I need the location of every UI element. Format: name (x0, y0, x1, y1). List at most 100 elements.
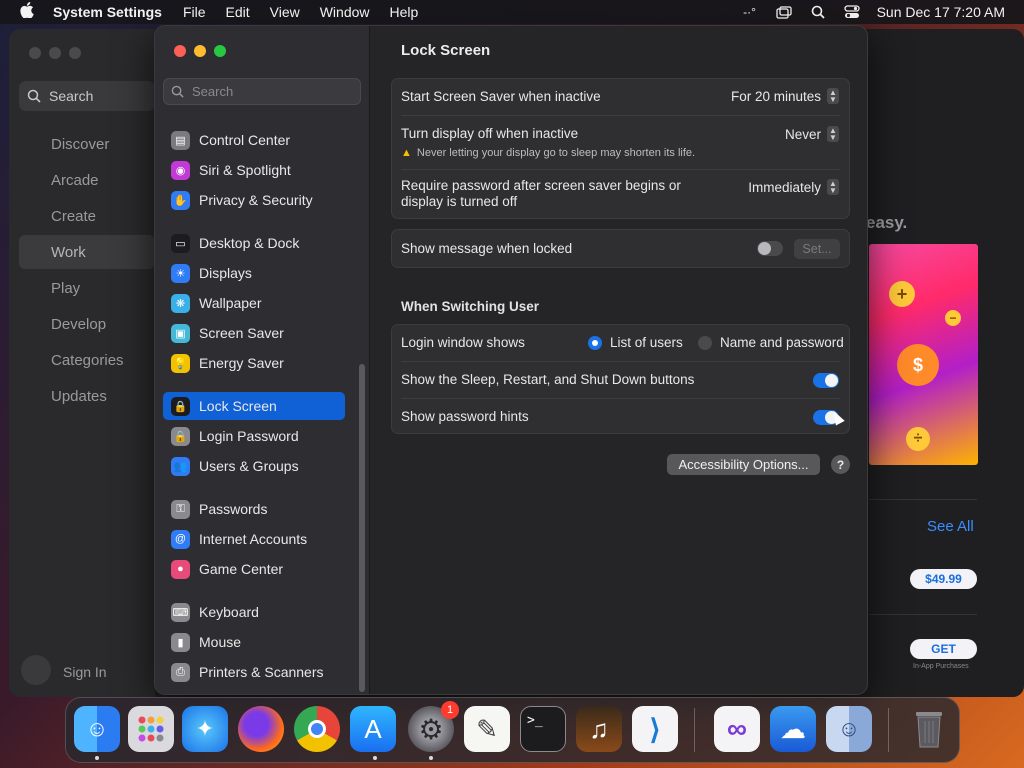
app-name-menu[interactable]: System Settings (53, 4, 162, 20)
dock-finder-alt[interactable]: ☺ (826, 706, 872, 752)
energy-icon: 💡 (171, 353, 190, 373)
show-message-toggle[interactable] (757, 241, 783, 256)
menu-help[interactable]: Help (390, 4, 419, 20)
show-buttons-toggle[interactable] (813, 373, 839, 388)
running-indicator (95, 756, 99, 760)
nav-discover[interactable]: Discover (51, 136, 109, 153)
sidebar-item-keyboard[interactable]: ⌨ Keyboard (163, 598, 345, 626)
see-all-link[interactable]: See All (927, 518, 974, 535)
nav-work[interactable]: Work (51, 244, 86, 261)
search-icon (171, 85, 184, 98)
dock-terminal[interactable]: >_ (520, 706, 566, 752)
avatar[interactable] (21, 655, 51, 685)
notification-badge: 1 (441, 701, 459, 719)
accessibility-options-button[interactable]: Accessibility Options... (667, 454, 820, 475)
menu-window[interactable]: Window (320, 4, 370, 20)
minimize-button[interactable] (194, 45, 206, 57)
sidebar-item-label: Internet Accounts (199, 531, 308, 547)
sidebar-item-login-password[interactable]: 🔒 Login Password (163, 422, 345, 450)
nav-play[interactable]: Play (51, 280, 80, 297)
sidebar-item-privacy-security[interactable]: ✋ Privacy & Security (163, 186, 345, 214)
zoom-dot-inactive[interactable] (69, 47, 81, 59)
menubar-clock[interactable]: Sun Dec 17 7:20 AM (877, 4, 1005, 20)
menu-file[interactable]: File (183, 4, 206, 20)
sidebar-item-passwords[interactable]: ⚿ Passwords (163, 495, 345, 523)
dock-firefox[interactable] (238, 706, 284, 752)
radio-name-and-password[interactable]: Name and password (698, 335, 844, 350)
screen-mirroring-icon[interactable] (767, 5, 801, 19)
set-message-button[interactable]: Set... (794, 239, 840, 259)
require-password-line1: Require password after screen saver begi… (401, 178, 681, 193)
sidebar-scrollbar[interactable] (359, 364, 365, 692)
promo-artwork[interactable]: + − $ ÷ (869, 244, 978, 465)
nav-arcade[interactable]: Arcade (51, 172, 99, 189)
menu-edit[interactable]: Edit (226, 4, 250, 20)
price-button[interactable]: $49.99 (910, 569, 977, 589)
dock-chrome[interactable] (294, 706, 340, 752)
radio-circle (698, 335, 712, 350)
search-icon (27, 89, 41, 103)
nav-categories[interactable]: Categories (51, 352, 124, 369)
sidebar-item-internet-accounts[interactable]: @ Internet Accounts (163, 525, 345, 553)
dock-finder[interactable]: ☺ (74, 706, 120, 752)
display-off-popup[interactable]: Never ▲ ▼ (785, 126, 839, 142)
dash-status-icon[interactable]: -·° (733, 5, 767, 19)
trash-icon (916, 712, 942, 748)
sidebar-item-label: Desktop & Dock (199, 235, 300, 251)
screen-saver-popup[interactable]: For 20 minutes ▲ ▼ (731, 88, 839, 104)
sidebar-item-desktop-dock[interactable]: ▭ Desktop & Dock (163, 229, 345, 257)
close-button[interactable] (174, 45, 186, 57)
menu-view[interactable]: View (270, 4, 300, 20)
display-off-row: Turn display off when inactive Never ▲ ▼ … (392, 116, 849, 168)
show-message-label: Show message when locked (401, 241, 573, 256)
search-field[interactable]: Search (163, 78, 361, 105)
sidebar-item-screen-saver[interactable]: ▣ Screen Saver (163, 319, 345, 347)
screen-saver-icon: ▣ (171, 323, 190, 343)
require-password-popup[interactable]: Immediately ▲ ▼ (748, 179, 839, 195)
require-password-row: Require password after screen saver begi… (392, 170, 849, 220)
system-settings-window: Search ▤ Control Center ◉ Siri & Spotlight ✋… (154, 25, 868, 695)
sidebar-item-wallpaper[interactable]: ❋ Wallpaper (163, 289, 345, 317)
dock-visual-studio[interactable]: ∞ (714, 706, 760, 752)
nav-selection-highlight (19, 235, 155, 269)
nav-create[interactable]: Create (51, 208, 96, 225)
page-title: Lock Screen (401, 42, 491, 59)
get-button[interactable]: GET (910, 639, 977, 659)
dock-safari[interactable]: ✦ (182, 706, 228, 752)
game-center-icon: ● (171, 559, 190, 579)
pen-icon: ✎ (476, 713, 498, 744)
spotlight-search-icon[interactable] (801, 5, 835, 19)
sidebar-item-energy-saver[interactable]: 💡 Energy Saver (163, 349, 345, 377)
sign-in-link[interactable]: Sign In (63, 664, 107, 680)
sidebar-item-game-center[interactable]: ● Game Center (163, 555, 345, 583)
sidebar-item-label: Printers & Scanners (199, 664, 324, 680)
zoom-button[interactable] (214, 45, 226, 57)
help-button[interactable]: ? (831, 455, 850, 474)
dock-garageband[interactable]: ♫ (576, 706, 622, 752)
nav-updates[interactable]: Updates (51, 388, 107, 405)
dock-weather[interactable]: ☁ (770, 706, 816, 752)
app-store-search[interactable]: Search (19, 81, 155, 111)
chevron-updown-icon: ▲ ▼ (827, 179, 839, 195)
sidebar-item-siri-spotlight[interactable]: ◉ Siri & Spotlight (163, 156, 345, 184)
sidebar-item-lock-screen[interactable]: 🔒 Lock Screen (163, 392, 345, 420)
close-dot-inactive[interactable] (29, 47, 41, 59)
nav-develop[interactable]: Develop (51, 316, 106, 333)
minimize-dot-inactive[interactable] (49, 47, 61, 59)
dock-trash[interactable] (906, 706, 952, 752)
menu-bar: System Settings File Edit View Window He… (0, 0, 1024, 24)
sidebar-item-displays[interactable]: ☀ Displays (163, 259, 345, 287)
control-center-icon[interactable] (835, 5, 869, 19)
finder-alt-icon: ☺ (837, 716, 861, 741)
dock-textedit[interactable]: ✎ (464, 706, 510, 752)
sidebar-item-mouse[interactable]: ▮ Mouse (163, 628, 345, 656)
apple-menu-icon[interactable] (17, 2, 37, 22)
sidebar-item-control-center[interactable]: ▤ Control Center (163, 126, 345, 154)
login-window-label: Login window shows (401, 335, 525, 350)
sidebar-item-users-groups[interactable]: 👥 Users & Groups (163, 452, 345, 480)
sidebar-item-printers-scanners[interactable]: ⎙ Printers & Scanners (163, 658, 345, 686)
dock-vscode[interactable]: ⟩ (632, 706, 678, 752)
dock-app-store[interactable]: A (350, 706, 396, 752)
radio-list-of-users[interactable]: List of users (588, 335, 683, 350)
dock-launchpad[interactable] (128, 706, 174, 752)
